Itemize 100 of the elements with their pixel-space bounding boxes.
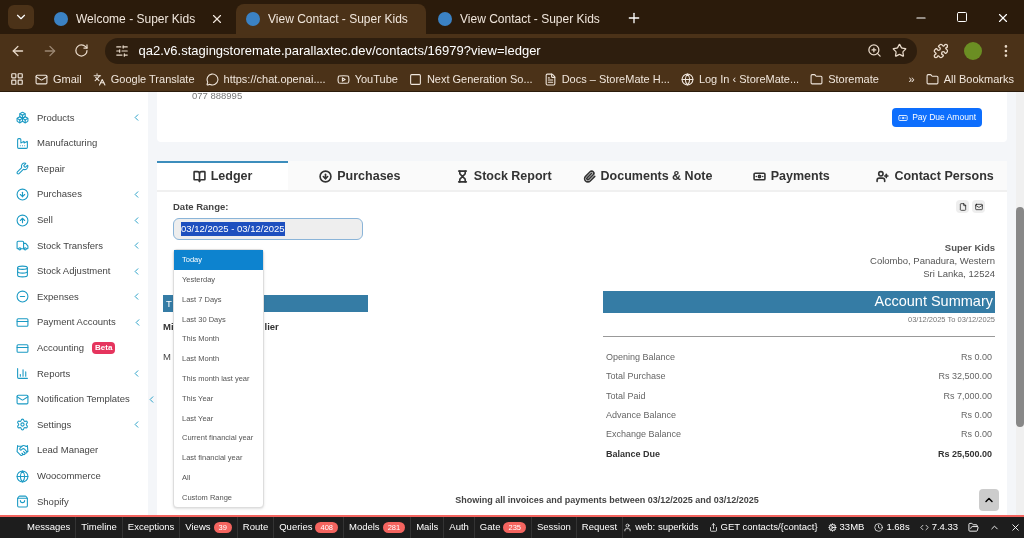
folder-icon[interactable] [968, 522, 980, 533]
debug-text: 1.68s [886, 520, 910, 535]
sidebar-item[interactable]: Lead Manager [0, 437, 148, 464]
chat-icon [205, 72, 219, 86]
sidebar-label: Lead Manager [37, 443, 99, 458]
bookmark[interactable]: https://chat.openai.... [205, 70, 326, 88]
sidebar-item[interactable]: Shopify [0, 488, 148, 515]
content-tab[interactable]: Stock Report [431, 161, 576, 190]
close-icon[interactable] [1010, 522, 1022, 533]
ledger-note: Showing all invoices and payments between 03/12/2025 and 03/12/2025 [455, 494, 759, 508]
sidebar-item[interactable]: Stock Transfers [0, 232, 148, 259]
debug-tab[interactable]: Timeline [76, 517, 123, 538]
sidebar-item[interactable]: Woocommerce [0, 463, 148, 489]
bookmark[interactable]: Next Generation So... [408, 70, 533, 88]
content-tab[interactable]: Purchases [288, 161, 432, 190]
summary-value: Rs 25,500.00 [937, 447, 992, 461]
bookmark[interactable]: YouTube [336, 70, 398, 88]
sidebar-label: Purchases [37, 187, 82, 202]
tab-title: Welcome - Super Kids [76, 11, 197, 28]
bookmark[interactable]: Google Translate [92, 70, 195, 88]
sidebar-label: Sell [37, 213, 53, 228]
favicon-icon [54, 12, 68, 26]
sidebar-item[interactable]: Expenses [0, 284, 148, 310]
summary-label: Total Paid [606, 389, 646, 403]
apps-icon[interactable] [10, 72, 24, 86]
cubes-icon [16, 111, 29, 125]
share-icon [708, 523, 718, 532]
content-tab[interactable]: Contact Persons [863, 161, 1007, 190]
profile-avatar[interactable] [964, 41, 983, 60]
debug-tab[interactable]: Session [532, 517, 577, 538]
pdf-button[interactable] [956, 200, 969, 213]
debug-text: 7.4.33 [931, 520, 959, 535]
debug-tab[interactable]: Exceptions [122, 517, 181, 538]
email-button[interactable] [972, 200, 985, 213]
address-bar[interactable]: qa2.v6.stagingstoremate.parallaxtec.dev/contacts/16979?view=ledger [104, 37, 917, 64]
sidebar-item[interactable]: Settings [0, 412, 148, 438]
money-icon [898, 112, 909, 123]
arrow-down-circle-icon [16, 188, 29, 202]
clock-icon [874, 523, 884, 532]
content-tab[interactable]: Documents & Note [575, 161, 720, 190]
extensions-icon[interactable] [932, 42, 949, 59]
summary-label: Exchange Balance [606, 428, 682, 442]
zoom-icon[interactable] [866, 43, 882, 58]
hourglass-icon [455, 170, 469, 183]
browser-tab[interactable]: View Contact - Super Kids [236, 4, 426, 34]
business-address: Colombo, Panadura, Western [870, 254, 995, 267]
sidebar-item[interactable]: Payment Accounts [0, 309, 148, 336]
arrow-down-circle-icon [319, 170, 333, 183]
summary-label: Total Purchase [606, 370, 666, 384]
sidebar-item[interactable]: Manufacturing [0, 130, 148, 157]
site-info-icon[interactable] [114, 43, 129, 58]
debug-tab[interactable]: Auth [444, 517, 475, 538]
date-range-field[interactable]: 03/12/2025 - 03/12/2025 [173, 218, 363, 241]
debug-tab[interactable]: Messages [22, 517, 77, 538]
restore-icon[interactable] [956, 11, 968, 23]
reload-icon[interactable] [73, 43, 89, 58]
sidebar-item[interactable]: Purchases [0, 181, 148, 208]
code-icon [919, 523, 929, 532]
sidebar-item[interactable]: Accounting Beta [0, 335, 148, 361]
summary-value: Rs 32,500.00 [938, 370, 992, 384]
bookmark[interactable]: Gmail [35, 70, 82, 88]
sidebar-item[interactable]: Sell [0, 207, 148, 233]
close-window-icon[interactable] [996, 11, 1010, 25]
bookmark[interactable]: Storemate [810, 70, 879, 88]
sidebar-label: Settings [37, 417, 72, 432]
summary-label: Opening Balance [606, 351, 676, 365]
all-bookmarks[interactable]: All Bookmarks [925, 70, 1014, 88]
card-icon [16, 316, 29, 330]
pay-due-button[interactable]: Pay Due Amount [892, 108, 982, 127]
close-icon[interactable] [210, 12, 224, 26]
scroll-top-button[interactable] [979, 489, 999, 511]
summary-value: Rs 0.00 [960, 428, 992, 442]
date-range-value: 03/12/2025 - 03/12/2025 [181, 222, 285, 237]
business-address: Sri Lanka, 12524 [923, 267, 995, 280]
sidebar-item[interactable]: Repair [0, 156, 148, 182]
sidebar-item[interactable]: Reports [0, 360, 148, 387]
ledger-title-fragment: T [166, 296, 172, 311]
browser-tab[interactable]: View Contact - Super Kids [428, 4, 618, 34]
debug-text: web: superkids [635, 520, 699, 535]
tab-menu-button[interactable] [8, 5, 34, 29]
translate-icon [92, 72, 106, 86]
browser-tab[interactable]: Welcome - Super Kids [44, 4, 234, 34]
sidebar-item[interactable]: Products [0, 105, 148, 131]
debug-tab[interactable]: Mails [411, 517, 445, 538]
user-plus-icon [876, 170, 890, 183]
sidebar-item[interactable]: Notification Templates [0, 386, 148, 413]
sidebar-item[interactable]: Stock Adjustment [0, 258, 148, 285]
scrollbar[interactable] [1016, 92, 1024, 515]
new-tab-icon[interactable] [626, 10, 642, 26]
debug-tab[interactable]: Route [237, 517, 275, 538]
card-icon [16, 341, 29, 355]
bookmark[interactable]: Log In ‹ StoreMate... [680, 70, 800, 88]
more-bookmarks[interactable]: » [908, 70, 915, 88]
star-icon[interactable] [891, 43, 907, 58]
debug-tab[interactable]: Request [576, 517, 624, 538]
content-tab[interactable]: Payments [719, 161, 864, 190]
bookmark[interactable]: Docs – StoreMate H... [543, 70, 670, 88]
video-icon [336, 72, 350, 86]
square-icon [408, 72, 422, 86]
factory-icon [16, 136, 29, 150]
